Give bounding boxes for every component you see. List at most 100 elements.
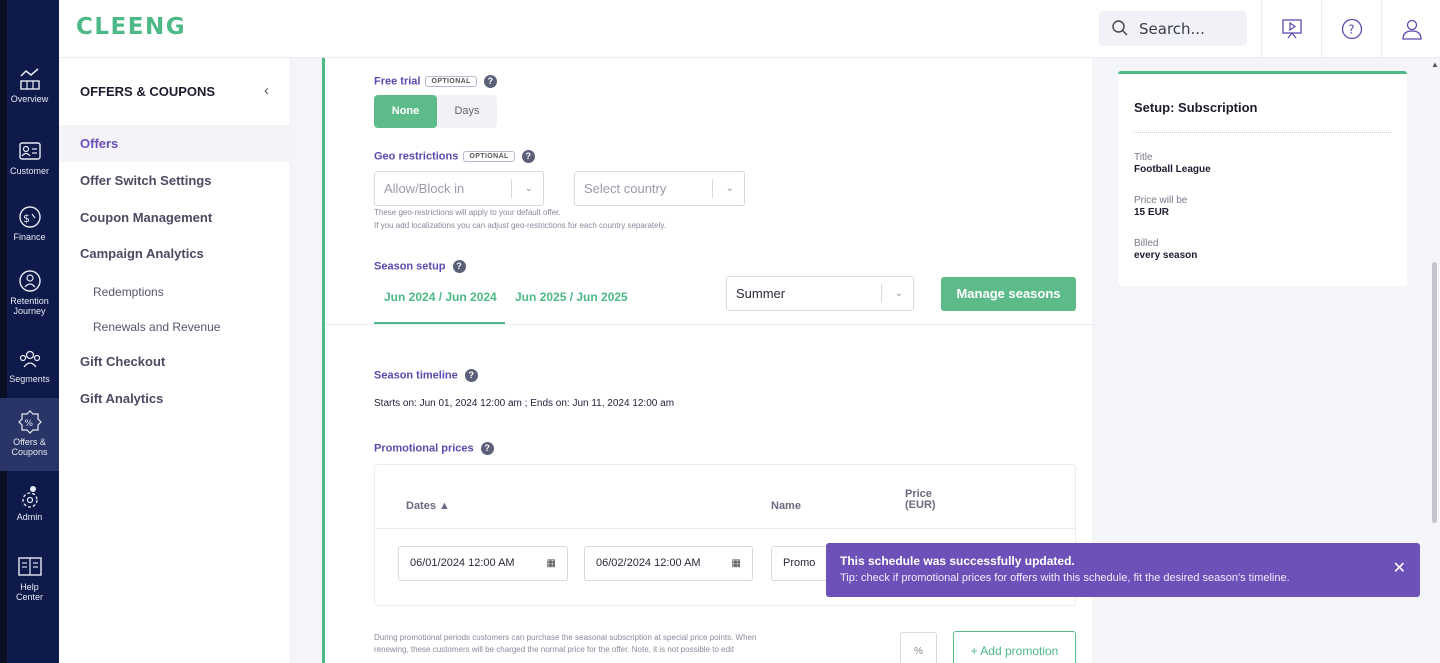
geo-restrictions-label: Geo restrictions OPTIONAL? [374, 150, 535, 163]
timeline-value: Starts on: Jun 01, 2024 12:00 am ; Ends … [374, 398, 675, 409]
dates-column-header[interactable]: Dates ▲ [406, 500, 450, 512]
start-date-value: 06/01/2024 12:00 AM [410, 557, 515, 569]
allow-block-select[interactable]: Allow/Block in ⌄ [374, 171, 544, 206]
divider [712, 179, 713, 198]
customer-card-icon [18, 142, 41, 160]
sidebar-item-offers[interactable]: Offers [59, 125, 291, 162]
scrollbar-thumb[interactable] [1432, 262, 1437, 523]
sidebar-item-campaign-analytics[interactable]: Campaign Analytics [59, 235, 291, 272]
help-icon[interactable]: ? [464, 369, 478, 382]
nav-label: Customer [9, 166, 49, 176]
divider [881, 284, 882, 303]
toast-title: This schedule was successfully updated. [840, 554, 1075, 568]
summary-billed-key: Billed [1134, 238, 1159, 249]
add-promotion-button[interactable]: + Add promotion [953, 631, 1076, 663]
calendar-icon[interactable]: ▦ [732, 547, 741, 580]
free-trial-text: Free trial [374, 75, 421, 88]
nav-offers-coupons[interactable]: % Offers & Coupons [0, 398, 59, 471]
page-scrollbar[interactable]: ▲ [1429, 58, 1440, 663]
sidebar-item-gift-analytics[interactable]: Gift Analytics [59, 380, 291, 417]
nav-overview[interactable]: Overview [0, 66, 59, 104]
sidebar-item-offer-switch-settings[interactable]: Offer Switch Settings [59, 162, 291, 199]
nav-label: Admin [16, 512, 43, 522]
search-icon [1112, 20, 1128, 36]
sidebar-item-renewals-revenue[interactable]: Renewals and Revenue [59, 320, 291, 334]
segments-icon [19, 350, 40, 368]
help-icon[interactable]: ? [480, 442, 494, 455]
setup-summary-card: Setup: Subscription Title Football Leagu… [1118, 71, 1407, 286]
presentation-button[interactable] [1261, 0, 1321, 58]
season-text: Season setup [374, 260, 446, 273]
summary-divider [1134, 132, 1391, 133]
promo-end-date-input[interactable]: 06/02/2024 12:00 AM ▦ [584, 546, 753, 581]
chevron-down-icon: ⌄ [894, 288, 903, 299]
nav-customer[interactable]: Customer [0, 138, 59, 176]
nav-label: Overview [10, 94, 49, 104]
search-input[interactable]: Search... [1099, 11, 1247, 46]
success-toast: This schedule was successfully updated. … [826, 543, 1420, 597]
optional-badge: OPTIONAL [463, 151, 515, 162]
promo-text: Promotional prices [374, 442, 474, 455]
top-bar: CLEENG Search... ? [59, 0, 1440, 58]
book-icon [17, 557, 42, 576]
help-icon[interactable]: ? [452, 260, 466, 273]
user-menu-button[interactable] [1381, 0, 1440, 58]
help-button[interactable]: ? [1321, 0, 1381, 58]
percent-discount-button[interactable]: % [900, 632, 937, 663]
nav-segments[interactable]: Segments [0, 346, 59, 384]
help-icon[interactable]: ? [521, 150, 535, 163]
season-select[interactable]: Summer ⌄ [726, 276, 914, 311]
nav-admin[interactable]: Admin [0, 484, 59, 522]
country-value: Select country [584, 181, 667, 196]
scroll-up-icon[interactable]: ▲ [1431, 60, 1439, 69]
tab-season-2024[interactable]: Jun 2024 / Jun 2024 [384, 290, 497, 304]
summary-title-key: Title [1134, 152, 1153, 163]
close-icon[interactable]: ✕ [1393, 558, 1406, 578]
admin-gear-icon [21, 486, 38, 508]
summary-price-value: 15 EUR [1134, 207, 1170, 218]
nav-finance[interactable]: $ Finance [0, 204, 59, 242]
country-select[interactable]: Select country ⌄ [574, 171, 745, 206]
collapse-sidebar-icon[interactable]: ‹ [264, 82, 269, 99]
sidebar-item-gift-checkout[interactable]: Gift Checkout [59, 343, 291, 380]
retention-icon [18, 270, 41, 292]
summary-title: Setup: Subscription [1134, 100, 1258, 115]
tabs-divider [325, 324, 1095, 325]
summary-billed-value: every season [1134, 250, 1198, 261]
table-divider [375, 528, 1075, 529]
nav-label: Finance [13, 232, 46, 242]
chevron-down-icon: ⌄ [524, 183, 533, 194]
free-trial-none-option[interactable]: None [374, 95, 437, 128]
svg-text:$: $ [23, 212, 30, 225]
manage-seasons-button[interactable]: Manage seasons [941, 277, 1076, 311]
nav-label: Retention Journey [10, 296, 49, 316]
free-trial-days-option[interactable]: Days [437, 95, 497, 128]
promo-start-date-input[interactable]: 06/01/2024 12:00 AM ▦ [398, 546, 568, 581]
geo-text: Geo restrictions [374, 150, 459, 163]
search-placeholder: Search... [1139, 20, 1205, 38]
dollar-gauge-icon: $ [18, 206, 41, 228]
summary-title-value: Football League [1134, 164, 1211, 175]
optional-badge: OPTIONAL [425, 76, 477, 87]
promo-note-line-1: During promotional periods customers can… [374, 633, 757, 642]
sidebar-item-redemptions[interactable]: Redemptions [59, 285, 291, 299]
help-icon[interactable]: ? [483, 75, 497, 88]
promo-name-input[interactable]: Promo [771, 546, 831, 581]
free-trial-toggle: None Days [374, 95, 497, 128]
cleeng-logo[interactable]: CLEENG [76, 14, 186, 40]
main-nav-rail: Overview Customer $ Finance Retention Jo… [0, 0, 59, 663]
chart-icon [19, 68, 40, 90]
sidebar-item-coupon-management[interactable]: Coupon Management [59, 199, 291, 236]
nav-help-center[interactable]: Help Center [0, 554, 59, 602]
promotional-prices-label: Promotional prices? [374, 442, 494, 455]
svg-text:%: % [24, 419, 33, 429]
percent-badge-icon: % [17, 410, 42, 434]
percent-icon: % [914, 646, 923, 657]
user-icon [1401, 19, 1422, 40]
end-date-value: 06/02/2024 12:00 AM [596, 557, 701, 569]
nav-retention-journey[interactable]: Retention Journey [0, 268, 59, 316]
nav-label: Segments [9, 374, 50, 384]
geo-hint-2: If you add localizations you can adjust … [374, 221, 667, 230]
calendar-icon[interactable]: ▦ [547, 547, 556, 580]
tab-season-2025[interactable]: Jun 2025 / Jun 2025 [515, 290, 628, 304]
